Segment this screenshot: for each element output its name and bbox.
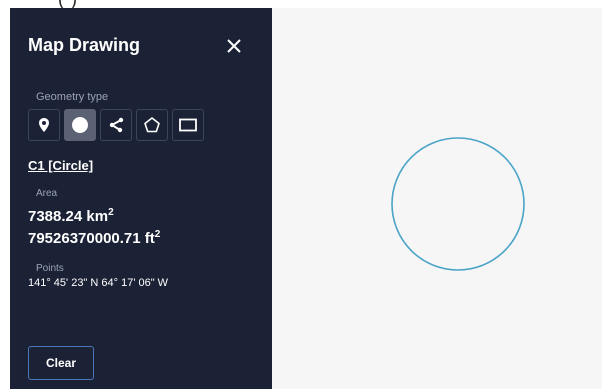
pentagon-icon <box>144 117 160 133</box>
area-label: Area <box>36 188 58 199</box>
close-icon <box>227 39 241 53</box>
area-ft-number: 79526370000.71 ft <box>28 230 155 247</box>
rectangle-icon <box>179 118 197 132</box>
geometry-line-button[interactable] <box>100 109 132 141</box>
area-km-number: 7388.24 km <box>28 208 109 225</box>
area-km-value: 7388.24 km2 <box>28 207 114 225</box>
map-pin-icon <box>39 118 49 132</box>
area-km-exponent: 2 <box>108 207 114 218</box>
geometry-circle-button[interactable] <box>64 109 96 141</box>
circle-icon <box>72 117 88 133</box>
geometry-type-selector <box>28 109 204 141</box>
geometry-rectangle-button[interactable] <box>172 109 204 141</box>
drawn-circle[interactable] <box>391 137 525 271</box>
map-canvas[interactable] <box>272 8 602 389</box>
feature-name-link[interactable]: C1 [Circle] <box>28 158 93 173</box>
map-drawing-svg <box>391 137 525 271</box>
clear-button[interactable]: Clear <box>28 346 94 380</box>
close-button[interactable] <box>223 35 245 57</box>
panel-title: Map Drawing <box>28 35 141 55</box>
map-drawing-panel: Map Drawing Geometry type C1 [Circle] Ar… <box>10 8 272 389</box>
top-crop-strip: ( ) <box>0 0 602 8</box>
area-ft-exponent: 2 <box>154 229 161 240</box>
cropped-header-text: ( ) <box>58 0 78 8</box>
area-ft-value: 79526370000.71 ft2 <box>28 229 160 247</box>
points-value: 141° 45' 23" N 64° 17' 06" W <box>28 277 169 289</box>
geometry-polygon-button[interactable] <box>136 109 168 141</box>
points-label: Points <box>36 263 64 274</box>
polyline-icon <box>109 117 124 133</box>
geometry-point-button[interactable] <box>28 109 60 141</box>
geometry-type-label: Geometry type <box>36 91 109 103</box>
